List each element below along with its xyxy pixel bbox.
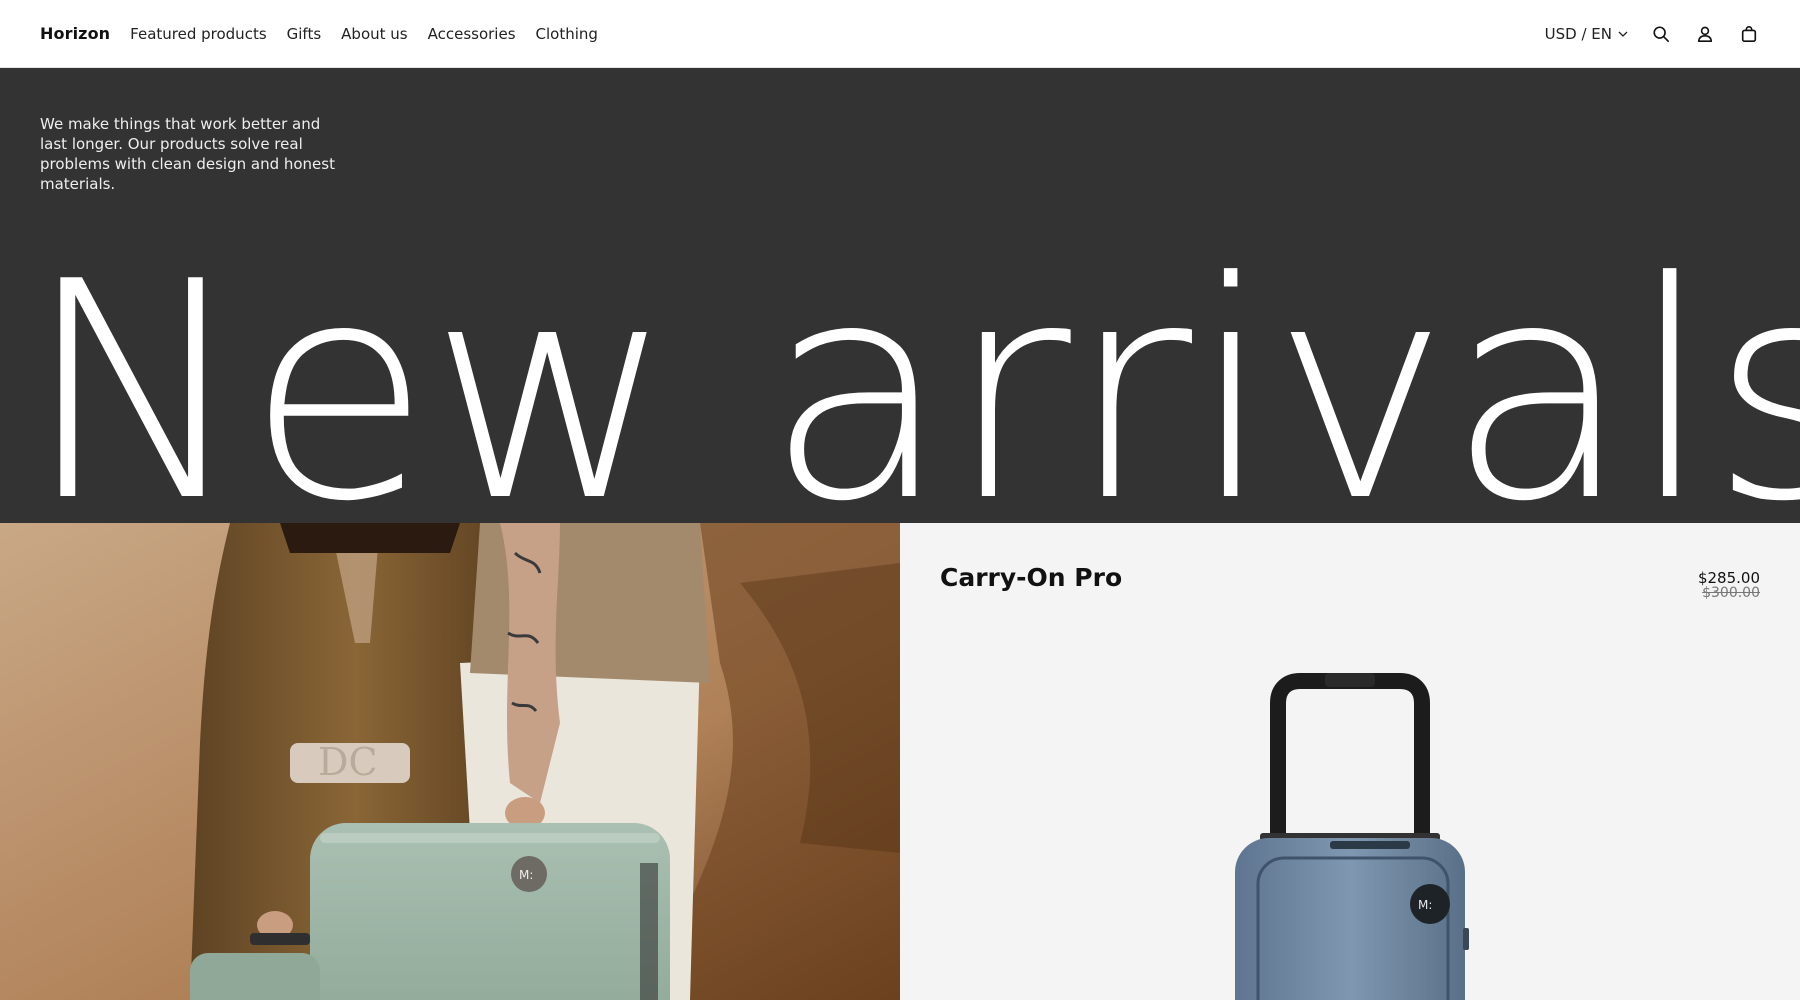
header-actions: USD / EN [1545, 23, 1760, 45]
brand-logo[interactable]: Horizon [40, 24, 110, 43]
hero-title: New arrivals [24, 218, 1800, 524]
lifestyle-illustration: DC M: [0, 523, 900, 1000]
hero-intro-text: We make things that work better and last… [40, 115, 335, 193]
hero-section: We make things that work better and last… [0, 68, 1800, 523]
nav-gifts[interactable]: Gifts [287, 25, 322, 43]
locale-selector[interactable]: USD / EN [1545, 25, 1628, 43]
price-block: $285.00 $300.00 [1698, 569, 1760, 601]
chevron-down-icon [1618, 31, 1628, 37]
main-nav: Featured products Gifts About us Accesso… [130, 25, 598, 43]
cart-icon[interactable] [1738, 23, 1760, 45]
product-compare-price: $300.00 [1702, 585, 1760, 601]
nav-accessories[interactable]: Accessories [428, 25, 516, 43]
account-icon[interactable] [1694, 23, 1716, 45]
product-title[interactable]: Carry-On Pro [940, 563, 1122, 592]
product-logo-text: M: [1418, 898, 1432, 912]
svg-text:DC: DC [318, 740, 378, 784]
nav-about-us[interactable]: About us [341, 25, 407, 43]
nav-clothing[interactable]: Clothing [536, 25, 598, 43]
product-image[interactable]: M: [1180, 663, 1520, 1000]
suitcase-logo-text: M: [519, 868, 533, 882]
site-header: Horizon Featured products Gifts About us… [0, 0, 1800, 68]
lifestyle-image[interactable]: DC M: [0, 523, 900, 1000]
search-icon[interactable] [1650, 23, 1672, 45]
product-card[interactable]: Carry-On Pro $285.00 $300.00 M: [900, 523, 1800, 1000]
locale-label: USD / EN [1544, 24, 1612, 43]
nav-featured-products[interactable]: Featured products [130, 25, 266, 43]
